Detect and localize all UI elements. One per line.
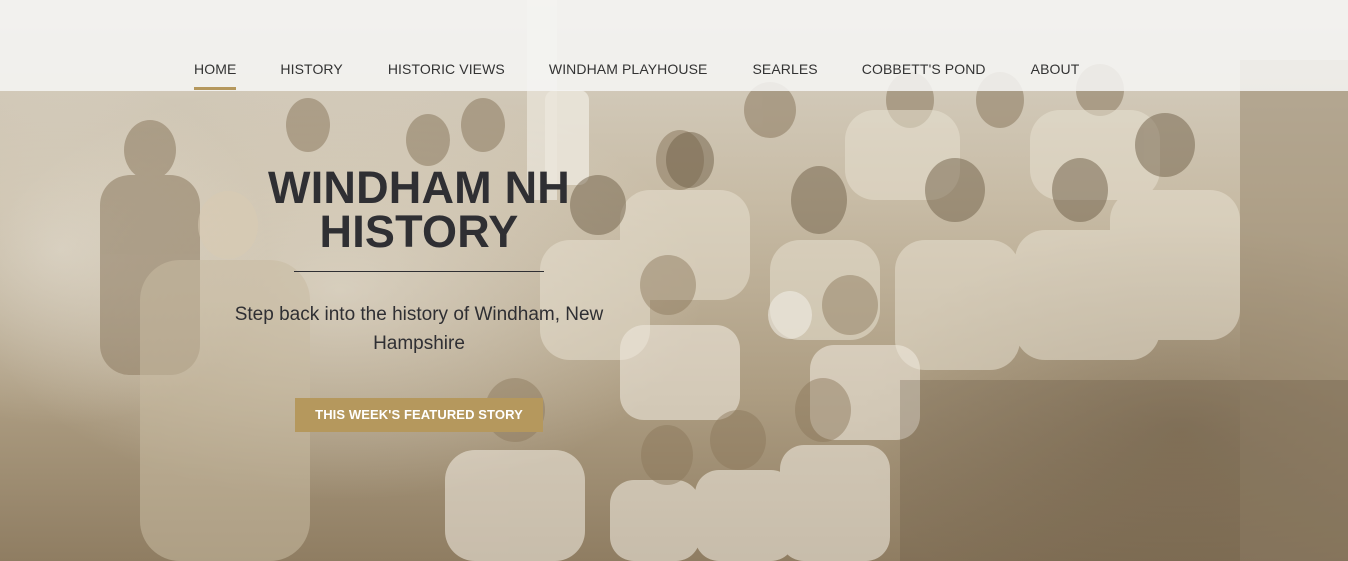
nav-item-home[interactable]: HOME — [194, 58, 237, 90]
featured-story-button[interactable]: THIS WEEK'S FEATURED STORY — [295, 398, 543, 432]
nav-item-windham-playhouse[interactable]: WINDHAM PLAYHOUSE — [549, 58, 708, 90]
hero-content: WINDHAM NH HISTORY Step back into the hi… — [190, 165, 648, 432]
nav-item-searles[interactable]: SEARLES — [752, 58, 817, 90]
hero-divider — [294, 271, 544, 272]
hero-title-line2: HISTORY — [319, 206, 519, 257]
main-menu: HOME HISTORY HISTORIC VIEWS WINDHAM PLAY… — [194, 58, 1079, 90]
nav-item-about[interactable]: ABOUT — [1031, 58, 1080, 90]
hero-title: WINDHAM NH HISTORY — [190, 165, 648, 257]
top-navigation-bar: HOME HISTORY HISTORIC VIEWS WINDHAM PLAY… — [0, 0, 1348, 91]
nav-item-history[interactable]: HISTORY — [280, 58, 342, 90]
nav-item-cobbetts-pond[interactable]: COBBETT'S POND — [862, 58, 986, 90]
hero-subtitle: Step back into the history of Windham, N… — [234, 304, 604, 354]
nav-item-historic-views[interactable]: HISTORIC VIEWS — [388, 58, 505, 90]
